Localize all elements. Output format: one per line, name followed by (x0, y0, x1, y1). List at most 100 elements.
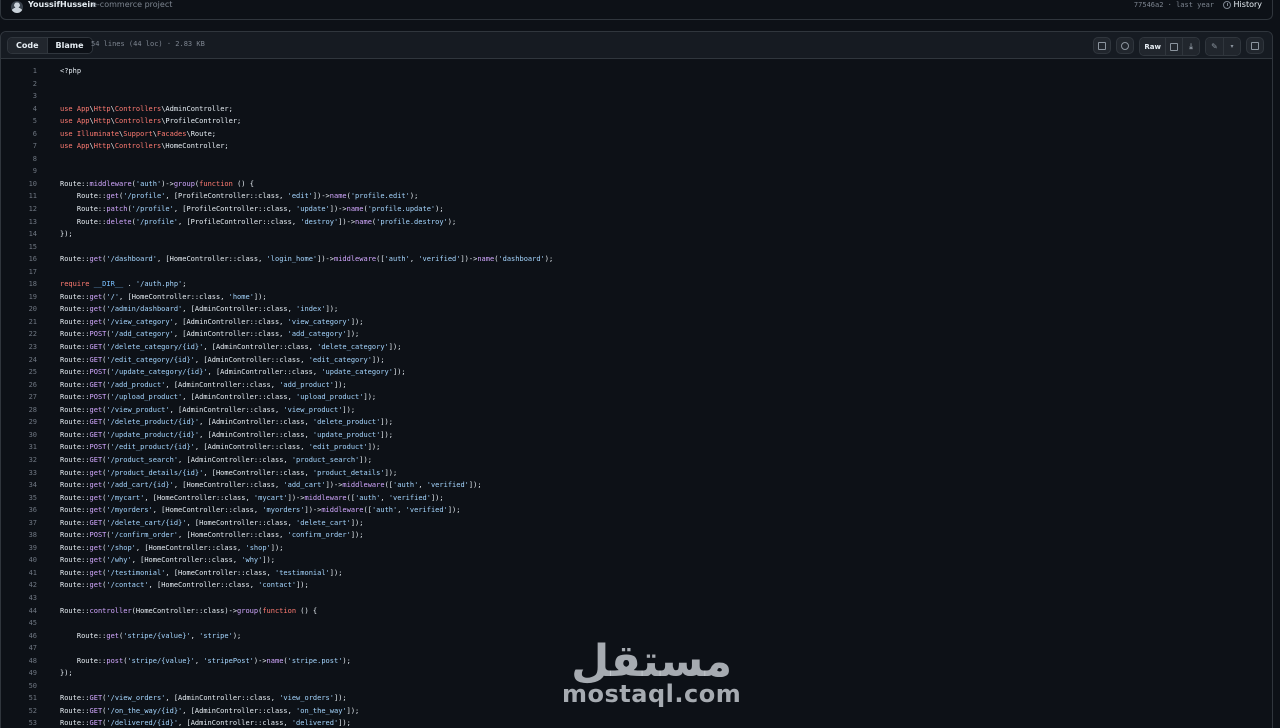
line-number[interactable]: 27 (1, 391, 37, 404)
line-number[interactable]: 33 (1, 467, 37, 480)
line-text: <?php (60, 67, 82, 75)
line-number[interactable]: 10 (1, 178, 37, 191)
line-number[interactable]: 39 (1, 542, 37, 555)
line-number[interactable]: 32 (1, 454, 37, 467)
line-number[interactable]: 25 (1, 366, 37, 379)
line-number[interactable]: 19 (1, 291, 37, 304)
line-number[interactable]: 22 (1, 328, 37, 341)
code-line: 25 Route::POST('/update_category/{id}', [… (1, 366, 1272, 379)
line-number[interactable]: 38 (1, 529, 37, 542)
line-number[interactable]: 21 (1, 316, 37, 329)
code-line: 30 Route::GET('/update_product/{id}', [Ad… (1, 429, 1272, 442)
commit-message[interactable]: e-commerce project (92, 0, 172, 9)
line-number[interactable]: 28 (1, 404, 37, 417)
line-number[interactable]: 4 (1, 103, 37, 116)
line-number[interactable]: 14 (1, 228, 37, 241)
line-number[interactable]: 51 (1, 692, 37, 705)
line-number[interactable]: 1 (1, 65, 37, 78)
tab-code[interactable]: Code (8, 38, 48, 53)
line-number[interactable]: 45 (1, 617, 37, 630)
code-line: 22 Route::POST('/add_category', [AdminCon… (1, 328, 1272, 341)
code-line: 33 Route::get('/product_details/{id}', [H… (1, 467, 1272, 480)
line-number[interactable]: 13 (1, 216, 37, 229)
line-text: Route::GET('/update_product/{id}', [Admi… (60, 430, 393, 439)
code-line: 13 Route::delete('/profile', [ProfileCon… (1, 216, 1272, 229)
line-text: Route::POST('/update_category/{id}', [Ad… (60, 368, 406, 377)
code-area: 1 <?php 2 3 4 use App\Http\Controllers\AdminC… (1, 59, 1272, 728)
tab-blame[interactable]: Blame (47, 38, 92, 53)
chevron-down-icon: ▾ (1230, 43, 1234, 50)
line-text: Route::get('/admin/dashboard', [AdminCon… (60, 305, 339, 314)
line-number[interactable]: 43 (1, 592, 37, 605)
line-number[interactable]: 17 (1, 266, 37, 279)
history-button[interactable]: History (1222, 0, 1262, 9)
line-text: Route::GET('/on_the_way/{id}', [AdminCon… (60, 706, 360, 715)
line-number[interactable]: 12 (1, 203, 37, 216)
line-number[interactable]: 44 (1, 605, 37, 618)
line-text: use App\Http\Controllers\ProfileControll… (60, 117, 242, 126)
symbols-button[interactable] (1116, 37, 1135, 54)
line-text: use Illuminate\Support\Facades\Route; (60, 129, 217, 138)
line-number[interactable]: 18 (1, 278, 37, 291)
line-number[interactable]: 30 (1, 429, 37, 442)
edit-button[interactable]: ✎ (1206, 38, 1223, 55)
line-number[interactable]: 6 (1, 128, 37, 141)
line-number[interactable]: 37 (1, 517, 37, 530)
line-number[interactable]: 15 (1, 241, 37, 254)
edit-group: ✎ ▾ (1205, 37, 1241, 56)
commit-sha-time[interactable]: 77546a2 · last year (1134, 1, 1214, 9)
line-number[interactable]: 35 (1, 492, 37, 505)
line-number[interactable]: 50 (1, 680, 37, 693)
line-number[interactable]: 7 (1, 140, 37, 153)
line-number[interactable]: 20 (1, 303, 37, 316)
code-line: 38 Route::POST('/confirm_order', [HomeCon… (1, 529, 1272, 542)
copilot-button[interactable] (1093, 37, 1112, 54)
line-number[interactable]: 16 (1, 253, 37, 266)
pencil-icon: ✎ (1211, 42, 1218, 51)
commit-author[interactable]: YoussifHussein (28, 0, 96, 9)
line-number[interactable]: 41 (1, 567, 37, 580)
download-button[interactable]: ⤓ (1182, 38, 1199, 55)
line-number[interactable]: 34 (1, 479, 37, 492)
code-line: 43 (1, 592, 1272, 605)
line-number[interactable]: 53 (1, 717, 37, 728)
code-line: 3 (1, 90, 1272, 103)
edit-dropdown-button[interactable]: ▾ (1223, 38, 1240, 55)
line-number[interactable]: 42 (1, 579, 37, 592)
line-number[interactable]: 5 (1, 115, 37, 128)
code-line: 14}); (1, 228, 1272, 241)
line-text: Route::get('stripe/{value}', 'stripe'); (60, 631, 242, 640)
raw-button[interactable]: Raw (1140, 38, 1165, 55)
line-number[interactable]: 29 (1, 416, 37, 429)
copy-raw-button[interactable] (1165, 38, 1182, 55)
line-number[interactable]: 47 (1, 642, 37, 655)
avatar[interactable] (11, 1, 23, 13)
line-number[interactable]: 48 (1, 655, 37, 668)
line-number[interactable]: 8 (1, 153, 37, 166)
view-mode-toggle: Code Blame (7, 37, 93, 54)
line-number[interactable]: 31 (1, 441, 37, 454)
symbols-panel-button[interactable] (1246, 37, 1264, 54)
line-number[interactable]: 24 (1, 354, 37, 367)
line-number[interactable]: 2 (1, 78, 37, 91)
line-number[interactable]: 40 (1, 554, 37, 567)
line-number[interactable]: 49 (1, 667, 37, 680)
code-line: 53 Route::GET('/delivered/{id}', [AdminCo… (1, 717, 1272, 728)
line-number[interactable]: 11 (1, 190, 37, 203)
line-number[interactable]: 52 (1, 705, 37, 718)
symbols-icon (1121, 41, 1130, 50)
line-text: }); (60, 669, 73, 678)
line-number[interactable]: 9 (1, 165, 37, 178)
line-text: Route::controller(HomeController::class)… (60, 606, 318, 615)
watermark-latin: mostaql.com (562, 680, 742, 708)
line-number[interactable]: 46 (1, 630, 37, 643)
line-text: Route::GET('/view_orders', [AdminControl… (60, 694, 347, 703)
line-number[interactable]: 36 (1, 504, 37, 517)
line-number[interactable]: 23 (1, 341, 37, 354)
code-line: 18 require __DIR__ . '/auth.php'; (1, 278, 1272, 291)
line-number[interactable]: 3 (1, 90, 37, 103)
line-number[interactable]: 26 (1, 379, 37, 392)
file-toolbar: Raw ⤓ ✎ ▾ (1093, 37, 1264, 56)
code-line: 40 Route::get('/why', [HomeController::cl… (1, 554, 1272, 567)
watermark: مستقل mostaql.com (562, 640, 742, 709)
